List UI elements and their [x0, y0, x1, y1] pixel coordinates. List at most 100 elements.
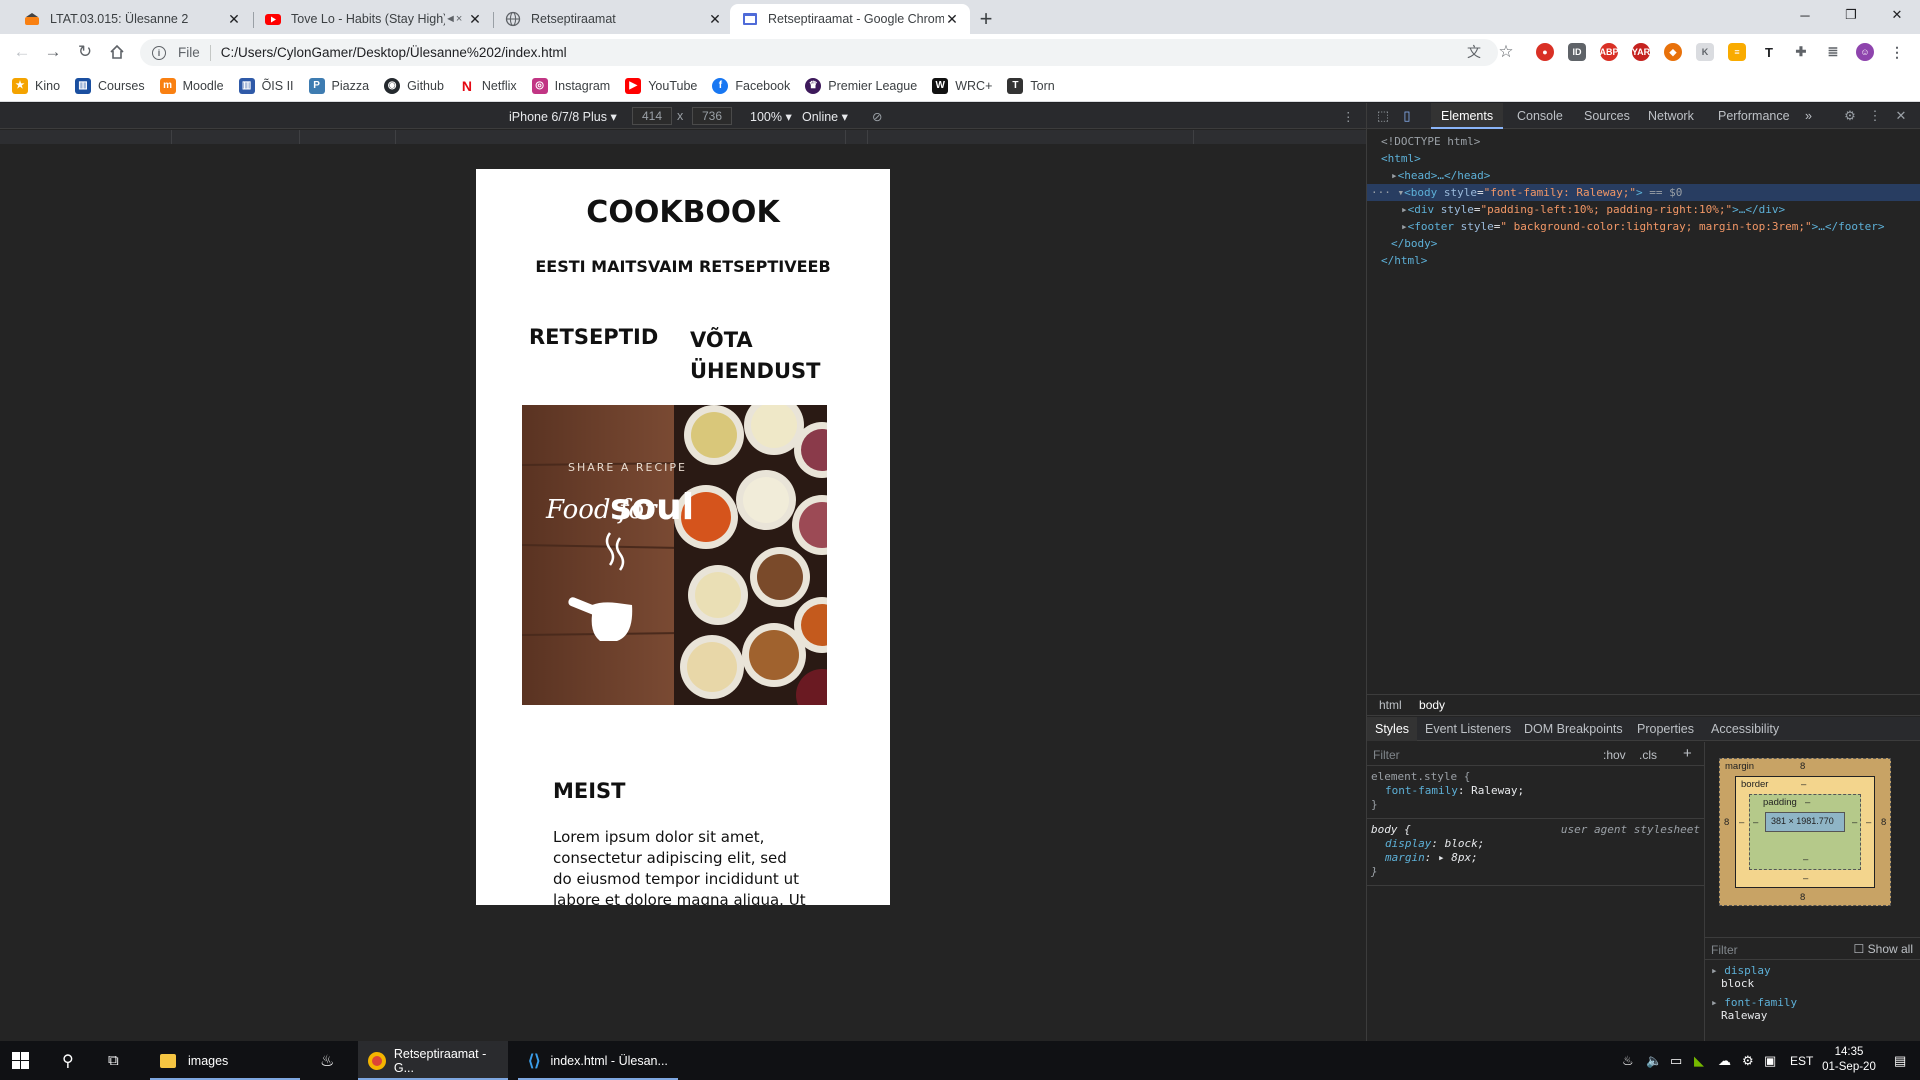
close-tab-icon[interactable]: ✕	[944, 11, 960, 27]
extension-notes-icon[interactable]: ≡	[1728, 43, 1746, 61]
translate-button[interactable]: 文	[1460, 38, 1488, 66]
dom-node-doctype[interactable]: <!DOCTYPE html>	[1367, 133, 1920, 150]
device-menu-icon[interactable]: ⋮	[1342, 109, 1355, 124]
bookmark-courses[interactable]: ▥ Courses	[75, 77, 145, 94]
close-tab-icon[interactable]: ✕	[467, 11, 483, 27]
close-tab-icon[interactable]: ✕	[226, 11, 242, 27]
device-select[interactable]: iPhone 6/7/8 Plus ▾	[509, 109, 617, 124]
tab-console[interactable]: Console	[1517, 103, 1563, 129]
speaker-mute-icon[interactable]: ◄×	[445, 13, 462, 25]
close-tab-icon[interactable]: ✕	[707, 11, 723, 27]
bookmark-instagram[interactable]: ◎ Instagram	[531, 77, 610, 94]
settings-tray-icon[interactable]: ⚙	[1742, 1053, 1754, 1069]
new-tab-button[interactable]: +	[972, 5, 1000, 33]
inspect-element-icon[interactable]: ⬚	[1375, 108, 1391, 124]
menu-kebab-icon[interactable]: ⋮	[1888, 43, 1906, 61]
extension-record-icon[interactable]: ●	[1536, 43, 1554, 61]
taskbar-item-explorer[interactable]: images	[150, 1041, 300, 1080]
network-icon[interactable]: ▭	[1670, 1053, 1682, 1069]
steam-icon[interactable]: ♨	[320, 1041, 334, 1080]
bookmark-ois[interactable]: ▥ ÕIS II	[238, 77, 294, 94]
dom-node-html-close[interactable]: </html>	[1367, 252, 1920, 269]
extension-text-icon[interactable]: T	[1760, 43, 1778, 61]
close-window-button[interactable]: ✕	[1874, 0, 1920, 30]
more-tabs-icon[interactable]: »	[1805, 103, 1812, 129]
computed-filter-input[interactable]: Filter	[1711, 943, 1738, 957]
adblock-plus-icon[interactable]: ABP	[1600, 43, 1619, 61]
start-button[interactable]	[12, 1041, 29, 1080]
computed-prop-font-family[interactable]: ▸ font-family	[1711, 996, 1915, 1009]
extension-id-icon[interactable]: ID	[1568, 43, 1586, 61]
close-icon[interactable]: ✕	[1893, 108, 1909, 124]
info-icon[interactable]: i	[152, 45, 166, 60]
bookmark-star-button[interactable]: ☆	[1492, 38, 1520, 66]
devtools-menu-icon[interactable]: ⋮	[1867, 108, 1883, 124]
height-input[interactable]: 736	[692, 107, 732, 125]
tab-dom-breakpoints[interactable]: DOM Breakpoints	[1524, 717, 1623, 741]
zoom-select[interactable]: 100% ▾	[750, 109, 792, 124]
bookmark-moodle[interactable]: m Moodle	[159, 77, 224, 94]
taskbar-item-chrome[interactable]: Retseptiraamat - G...	[358, 1041, 508, 1080]
reload-button[interactable]: ↻	[71, 38, 99, 66]
show-all-checkbox[interactable]: ☐ Show all	[1854, 942, 1913, 956]
dom-node-div[interactable]: ▸<div style="padding-left:10%; padding-r…	[1367, 201, 1920, 218]
tab-network[interactable]: Network	[1648, 103, 1694, 129]
bookmark-premier-league[interactable]: ♛ Premier League	[805, 77, 917, 94]
expand-triangle-icon[interactable]: ▸	[1401, 220, 1408, 233]
bookmark-kino[interactable]: ★ Kino	[12, 77, 60, 94]
dom-node-footer[interactable]: ▸<footer style=" background-color:lightg…	[1367, 218, 1920, 235]
tab-accessibility[interactable]: Accessibility	[1711, 717, 1779, 741]
breadcrumb-html[interactable]: html	[1379, 698, 1402, 712]
taskbar-item-vscode[interactable]: ⟨⟩ index.html - Ülesan...	[518, 1041, 678, 1080]
tab-sources[interactable]: Sources	[1584, 103, 1630, 129]
add-rule-icon[interactable]: +	[1683, 745, 1692, 762]
dom-node-head[interactable]: ▸<head>…</head>	[1367, 167, 1920, 184]
forward-button[interactable]: →	[39, 38, 67, 66]
bookmark-facebook[interactable]: f Facebook	[712, 77, 790, 94]
tab-devtools-active[interactable]: Retseptiraamat - Google Chrome ✕	[730, 4, 970, 34]
extension-yar-icon[interactable]: YAR	[1632, 43, 1650, 61]
bookmark-torn[interactable]: T Torn	[1007, 77, 1055, 94]
expand-triangle-icon[interactable]: ▸	[1401, 203, 1408, 216]
bookmark-netflix[interactable]: N Netflix	[458, 77, 517, 94]
width-input[interactable]: 414	[632, 107, 672, 125]
rotate-icon[interactable]: ⊘	[872, 109, 882, 124]
tab-performance[interactable]: Performance	[1718, 103, 1790, 129]
url-text[interactable]: C:/Users/CylonGamer/Desktop/Ülesanne%202…	[221, 45, 567, 60]
onedrive-icon[interactable]: ☁	[1718, 1053, 1731, 1069]
computed-prop-display[interactable]: ▸ display	[1711, 964, 1915, 977]
bookmark-youtube[interactable]: ▶ YouTube	[625, 77, 697, 94]
search-icon[interactable]: ⚲	[62, 1041, 74, 1080]
nav-link-recipes[interactable]: RETSEPTID	[529, 325, 658, 349]
bookmark-piazza[interactable]: P Piazza	[308, 77, 369, 94]
bookmark-github[interactable]: ◉ Github	[384, 77, 444, 94]
avatar[interactable]: ☺	[1856, 43, 1874, 61]
media-queue-icon[interactable]: ≣	[1824, 43, 1842, 61]
back-button[interactable]: ←	[8, 38, 36, 66]
volume-icon[interactable]: 🔈	[1646, 1053, 1662, 1069]
task-view-icon[interactable]: ⧉	[108, 1041, 119, 1080]
bookmark-wrc[interactable]: W WRC+	[932, 77, 992, 94]
tab-youtube[interactable]: Tove Lo - Habits (Stay High) ◄× ✕	[253, 4, 493, 34]
dom-node-html[interactable]: <html>	[1367, 150, 1920, 167]
notifications-icon[interactable]: ▤	[1894, 1053, 1906, 1069]
tab-moodle[interactable]: LTAT.03.015: Ülesanne 2 ✕	[12, 4, 252, 34]
tab-styles[interactable]: Styles	[1367, 717, 1418, 741]
nvidia-icon[interactable]: ◣	[1694, 1053, 1704, 1069]
home-button[interactable]	[103, 38, 131, 66]
breadcrumb-body[interactable]: body	[1419, 698, 1445, 712]
nav-link-contact[interactable]: VÕTA ÜHENDUST	[690, 325, 850, 387]
styles-filter-input[interactable]: Filter	[1373, 748, 1400, 762]
tab-retseptiraamat[interactable]: Retseptiraamat ✕	[493, 4, 733, 34]
hov-toggle[interactable]: :hov	[1603, 748, 1626, 762]
clock[interactable]: 14:35 01-Sep-20	[1808, 1045, 1890, 1075]
minimize-button[interactable]: ─	[1782, 0, 1828, 30]
dom-node-body[interactable]: ··· ▾<body style="font-family: Raleway;"…	[1367, 184, 1920, 201]
address-bar[interactable]: i File C:/Users/CylonGamer/Desktop/Ülesa…	[140, 39, 1498, 66]
tab-properties[interactable]: Properties	[1637, 717, 1694, 741]
throttling-select[interactable]: Online ▾	[802, 109, 848, 124]
extension-shield-icon[interactable]: ◆	[1664, 43, 1682, 61]
restore-button[interactable]: ❐	[1828, 0, 1874, 30]
dom-node-body-close[interactable]: </body>	[1367, 235, 1920, 252]
photos-tray-icon[interactable]: ▣	[1764, 1053, 1776, 1069]
